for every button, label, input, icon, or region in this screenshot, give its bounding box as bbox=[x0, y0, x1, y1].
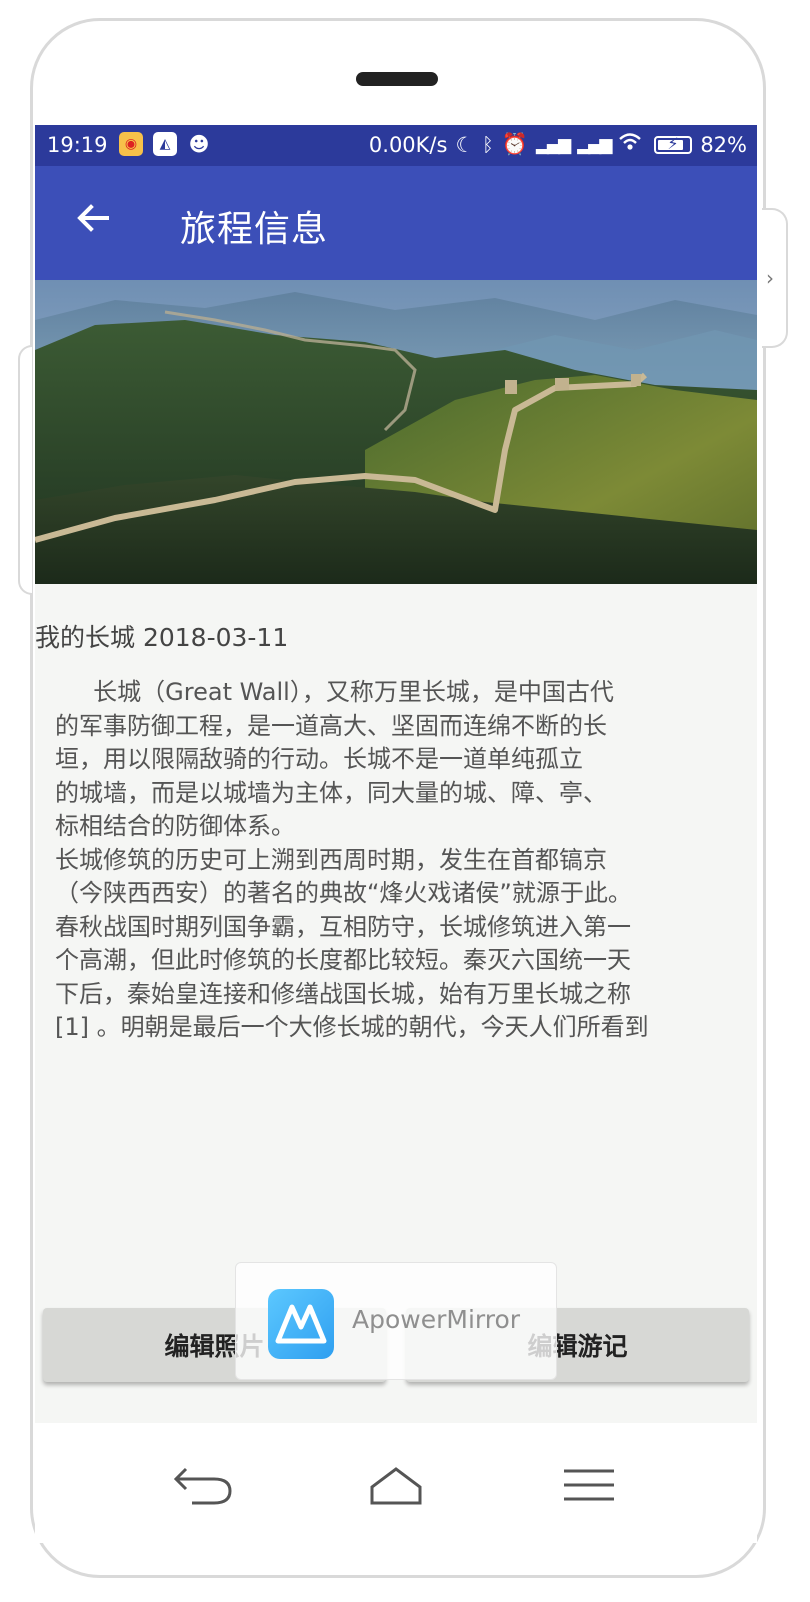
trip-description: 长城（Great Wall），又称万里长城，是中国古代 的军事防御工程，是一道高… bbox=[55, 678, 649, 1041]
toast-app-name: ApowerMirror bbox=[352, 1305, 521, 1334]
apowermirror-logo-icon bbox=[268, 1289, 334, 1359]
signal-icon: ▂▄▆ bbox=[577, 134, 612, 155]
weibo-icon: ◉ bbox=[119, 132, 143, 156]
page-title: 旅程信息 bbox=[180, 209, 329, 250]
bluetooth-icon: ᛒ bbox=[482, 133, 494, 156]
signal-icon: ▂▄▆ bbox=[535, 134, 571, 155]
phone-screen: 19:19 ◉ ◭ ☻ 0.00K/s ☾ ᛒ ⏰ ▂▄▆ ▂▄▆ ⚡ 82% … bbox=[35, 125, 757, 1423]
battery-percent: 82% bbox=[700, 132, 747, 157]
side-panel-tab[interactable]: › bbox=[762, 208, 788, 348]
great-wall-photo[interactable] bbox=[35, 280, 757, 584]
app-bar: 旅程信息 bbox=[35, 166, 757, 280]
navigation-bar bbox=[35, 1423, 757, 1543]
speaker-grille bbox=[356, 72, 438, 86]
trip-title: 我的长城 2018-03-11 bbox=[35, 623, 289, 652]
alarm-icon: ⏰ bbox=[501, 132, 528, 156]
battery-icon: ⚡ bbox=[654, 134, 693, 154]
menu-icon[interactable] bbox=[562, 1463, 616, 1507]
chevron-right-icon: › bbox=[766, 266, 774, 290]
home-icon[interactable] bbox=[368, 1463, 424, 1507]
wifi-icon bbox=[618, 132, 642, 157]
status-time: 19:19 bbox=[47, 133, 108, 157]
cat-icon: ☻ bbox=[188, 132, 210, 156]
status-bar: 19:19 ◉ ◭ ☻ 0.00K/s ☾ ᛒ ⏰ ▂▄▆ ▂▄▆ ⚡ 82% bbox=[35, 125, 757, 166]
moon-icon: ☾ bbox=[455, 132, 475, 157]
network-speed: 0.00K/s bbox=[368, 132, 448, 157]
arrow-left-icon[interactable] bbox=[73, 198, 113, 238]
side-rail bbox=[18, 345, 32, 595]
back-icon[interactable] bbox=[172, 1463, 236, 1507]
apowermirror-toast: ApowerMirror bbox=[235, 1262, 557, 1380]
apowermirror-icon: ◭ bbox=[153, 132, 177, 156]
